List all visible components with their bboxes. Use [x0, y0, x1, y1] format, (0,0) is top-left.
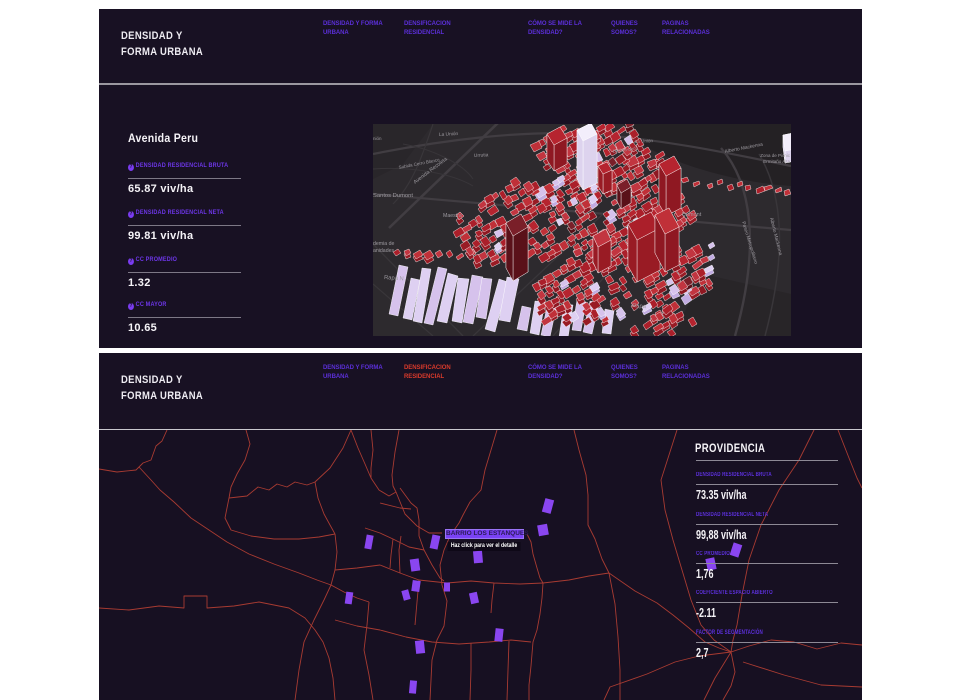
- svg-text:Maestra: Maestra: [443, 213, 462, 219]
- svg-text:demia de: demia de: [373, 241, 394, 247]
- svg-text:Urrutia: Urrutia: [474, 152, 489, 159]
- svg-text:anidades: anidades: [373, 248, 394, 254]
- svg-text:nión: nión: [373, 136, 382, 141]
- svg-text:Ermitaño Alta: Ermitaño Alta: [763, 159, 790, 164]
- svg-text:La Unión: La Unión: [439, 131, 459, 138]
- svg-text:La Unión: La Unión: [635, 138, 654, 144]
- svg-text:Dumont: Dumont: [682, 212, 702, 218]
- svg-text:Santos Dumont: Santos Dumont: [373, 193, 413, 199]
- svg-text:Rapa: Rapa: [632, 303, 647, 310]
- svg-text:Zona de Picnic: Zona de Picnic: [760, 153, 791, 158]
